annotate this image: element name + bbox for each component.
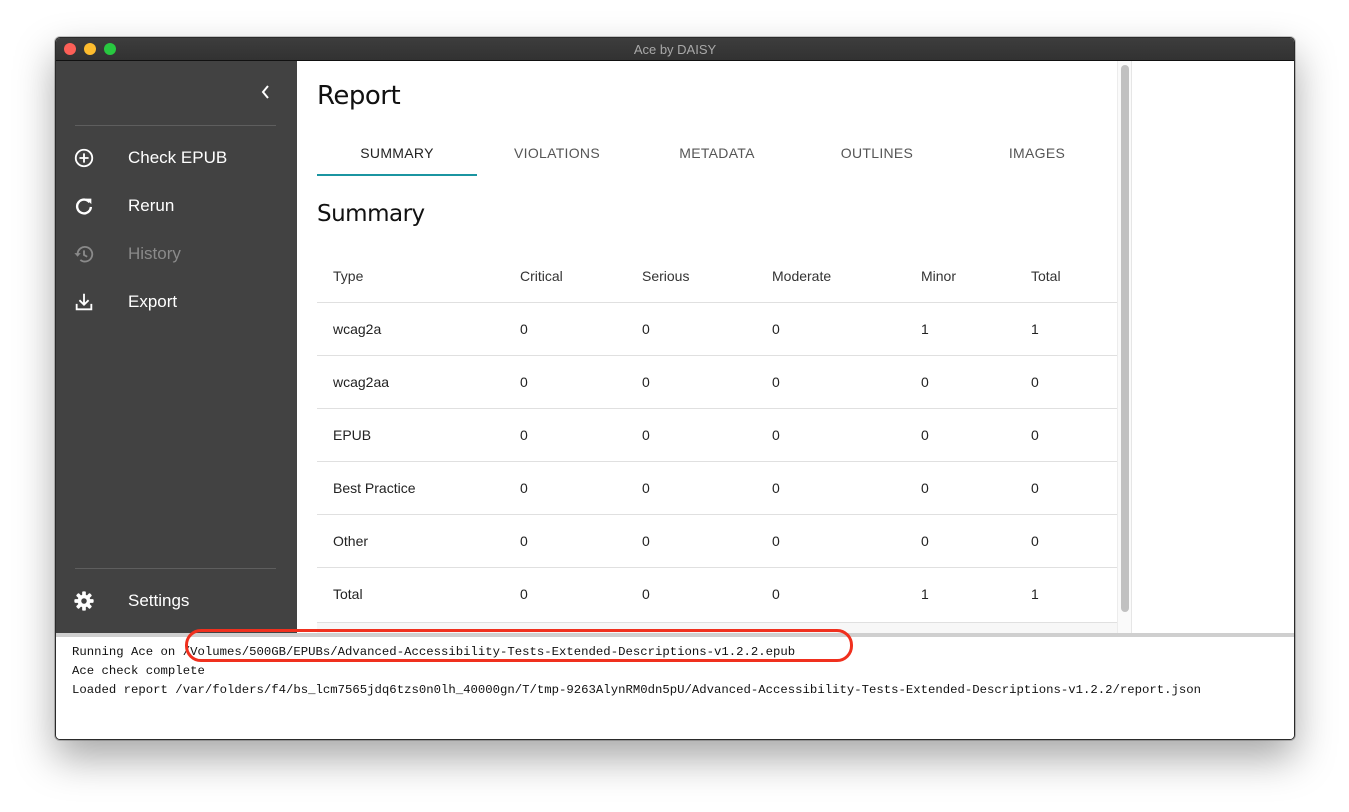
count-cell: 1 bbox=[1031, 586, 1039, 602]
sidebar-item-settings[interactable]: Settings bbox=[56, 581, 297, 621]
sidebar-item-check-epub[interactable]: Check EPUB bbox=[56, 138, 297, 178]
sidebar-item-label: Export bbox=[128, 292, 178, 311]
column-header: Moderate bbox=[772, 249, 921, 303]
row-type-cell: EPUB bbox=[317, 408, 520, 462]
count-cell: 0 bbox=[520, 514, 642, 568]
count-cell: 0 bbox=[642, 461, 772, 515]
count-cell: 0 bbox=[921, 355, 1031, 409]
count-cell: 0 bbox=[772, 461, 921, 515]
scrollbar-thumb[interactable] bbox=[1121, 65, 1129, 612]
count-cell: 0 bbox=[1031, 461, 1117, 515]
column-header: Serious bbox=[642, 249, 772, 303]
table-footer-space bbox=[317, 623, 1117, 633]
count-cell: 0 bbox=[520, 461, 642, 515]
count-cell: 0 bbox=[921, 514, 1031, 568]
log-line: Running Ace on /Volumes/500GB/EPUBs/Adva… bbox=[72, 645, 796, 659]
gear-icon bbox=[74, 591, 94, 611]
empty-area bbox=[1132, 61, 1294, 633]
window-title: Ace by DAISY bbox=[633, 42, 717, 57]
sidebar-divider bbox=[75, 125, 276, 126]
table-row: Best Practice 0 0 0 0 0 bbox=[317, 461, 1117, 515]
sidebar-item-history[interactable]: History bbox=[56, 234, 297, 274]
log-line: Loaded report /var/folders/f4/bs_lcm7565… bbox=[72, 683, 1202, 697]
download-icon bbox=[75, 293, 93, 311]
table-row: EPUB 0 0 0 0 0 bbox=[317, 408, 1117, 462]
table-row: wcag2a 0 0 0 1 1 bbox=[317, 302, 1117, 356]
row-type-cell: Other bbox=[317, 514, 520, 568]
count-cell: 0 bbox=[1031, 514, 1117, 568]
sidebar-item-label: Settings bbox=[128, 591, 190, 610]
count-cell: 0 bbox=[520, 355, 642, 409]
column-header: Critical bbox=[520, 249, 642, 303]
table-row: wcag2aa 0 0 0 0 0 bbox=[317, 355, 1117, 409]
column-header: Type bbox=[317, 249, 520, 303]
row-type-cell: Best Practice bbox=[317, 461, 520, 515]
count-cell: 0 bbox=[520, 302, 642, 356]
count-cell: 0 bbox=[921, 408, 1031, 462]
count-cell: 0 bbox=[642, 302, 772, 356]
count-cell: 0 bbox=[772, 355, 921, 409]
table-row: Other 0 0 0 0 0 bbox=[317, 514, 1117, 568]
log-line: Ace check complete bbox=[72, 664, 205, 678]
count-cell: 0 bbox=[642, 514, 772, 568]
sidebar-item-label: Rerun bbox=[128, 196, 175, 215]
app-window: Ace by DAISY Check EPUB Rerun History Ex… bbox=[55, 37, 1295, 740]
sidebar-item-rerun[interactable]: Rerun bbox=[56, 186, 297, 226]
sidebar-item-label: Check EPUB bbox=[128, 148, 228, 167]
count-cell: 0 bbox=[520, 408, 642, 462]
report-panel: Report SUMMARY VIOLATIONS METADATA OUTLI… bbox=[297, 61, 1132, 633]
row-type-cell: wcag2aa bbox=[317, 355, 520, 409]
report-tabs: SUMMARY VIOLATIONS METADATA OUTLINES IMA… bbox=[317, 133, 1117, 179]
sidebar-item-label: History bbox=[128, 244, 181, 263]
refresh-icon bbox=[75, 198, 93, 215]
sidebar: Check EPUB Rerun History Export Settings bbox=[56, 61, 297, 633]
section-title: Summary bbox=[317, 201, 425, 227]
sidebar-item-export[interactable]: Export bbox=[56, 282, 297, 322]
count-cell: 0 bbox=[642, 408, 772, 462]
count-cell: 0 bbox=[772, 514, 921, 568]
count-cell: 0 bbox=[642, 586, 650, 602]
row-type-cell: Total bbox=[333, 586, 363, 602]
tab-outlines[interactable]: OUTLINES bbox=[797, 133, 957, 179]
count-cell: 0 bbox=[642, 355, 772, 409]
row-type-cell: wcag2a bbox=[317, 302, 520, 356]
console-log: Running Ace on /Volumes/500GB/EPUBs/Adva… bbox=[56, 637, 1294, 739]
title-bar: Ace by DAISY bbox=[56, 38, 1294, 61]
tab-images[interactable]: IMAGES bbox=[957, 133, 1117, 179]
count-cell: 0 bbox=[772, 302, 921, 356]
add-circle-icon bbox=[74, 148, 94, 168]
count-cell: 0 bbox=[772, 408, 921, 462]
count-cell: 1 bbox=[921, 586, 929, 602]
count-cell: 1 bbox=[921, 302, 1031, 356]
table-header-row: Type Critical Serious Moderate Minor Tot… bbox=[317, 249, 1117, 303]
sidebar-divider bbox=[75, 568, 276, 569]
summary-table: Type Critical Serious Moderate Minor Tot… bbox=[317, 249, 1117, 623]
count-cell: 0 bbox=[1031, 355, 1117, 409]
table-row: Total 0 0 0 1 1 bbox=[317, 568, 1117, 621]
count-cell: 1 bbox=[1031, 302, 1117, 356]
count-cell: 0 bbox=[520, 586, 528, 602]
column-header: Minor bbox=[921, 249, 1031, 303]
history-icon bbox=[74, 245, 94, 263]
column-header: Total bbox=[1031, 249, 1117, 303]
tab-summary[interactable]: SUMMARY bbox=[317, 133, 477, 179]
collapse-sidebar-button[interactable] bbox=[256, 83, 276, 103]
chevron-left-icon bbox=[261, 85, 269, 99]
tab-violations[interactable]: VIOLATIONS bbox=[477, 133, 637, 179]
count-cell: 0 bbox=[1031, 408, 1117, 462]
count-cell: 0 bbox=[772, 586, 780, 602]
page-title: Report bbox=[317, 81, 401, 111]
tab-metadata[interactable]: METADATA bbox=[637, 133, 797, 179]
count-cell: 0 bbox=[921, 461, 1031, 515]
